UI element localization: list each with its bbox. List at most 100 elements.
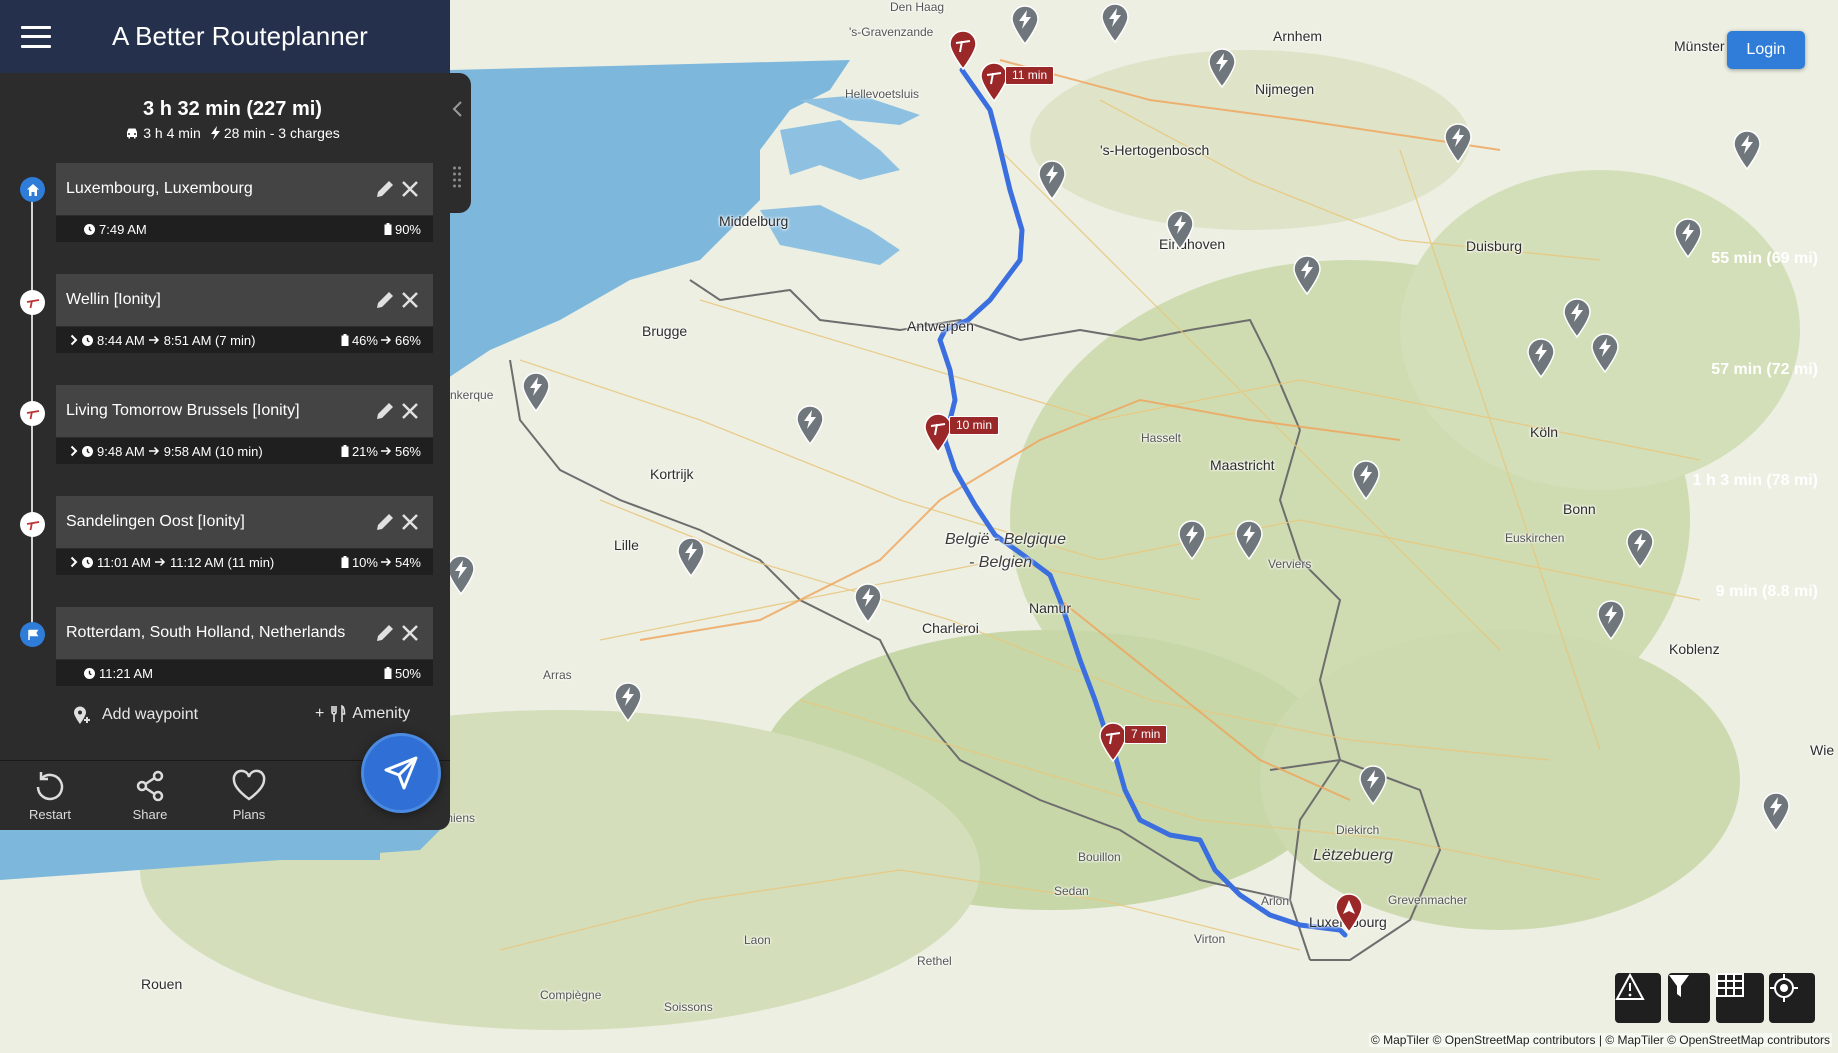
plans-label: Plans: [232, 807, 266, 822]
waypoint-card[interactable]: Wellin [Ionity]: [56, 274, 433, 326]
waypoint-card[interactable]: Sandelingen Oost [Ionity]: [56, 496, 433, 548]
warning-icon: [1615, 973, 1645, 1000]
charging-station-marker[interactable]: [1207, 48, 1237, 88]
close-icon[interactable]: [399, 178, 421, 200]
city-label: Münster: [1674, 38, 1725, 54]
filter-button[interactable]: [1668, 973, 1710, 1023]
arrow-right-icon: [380, 446, 392, 456]
waypoint-name: Living Tomorrow Brussels [Ionity]: [66, 402, 300, 419]
locate-button[interactable]: [1769, 973, 1815, 1023]
waypoint-name: Sandelingen Oost [Ionity]: [66, 513, 245, 530]
charging-station-marker[interactable]: [1351, 460, 1381, 500]
waypoint-name: Rotterdam, South Holland, Netherlands: [66, 624, 346, 641]
heart-icon: [232, 769, 266, 801]
pencil-icon[interactable]: [374, 511, 396, 533]
navigate-button[interactable]: [361, 733, 441, 813]
soc-departure: 54%: [394, 554, 421, 570]
city-label: Bouillon: [1078, 850, 1121, 864]
waypoint-card[interactable]: Luxembourg, Luxembourg: [56, 163, 433, 215]
city-label: Grevenmacher: [1388, 893, 1468, 907]
restart-button[interactable]: Restart: [20, 769, 80, 822]
country-label: - Belgien: [969, 554, 1033, 571]
menu-icon[interactable]: [21, 25, 51, 48]
charging-station-marker[interactable]: [1292, 255, 1322, 295]
city-label: Laon: [744, 933, 771, 947]
charging-station-marker[interactable]: [1037, 160, 1067, 200]
leg-duration: 1 h 3 min (78 mi): [1692, 472, 1818, 489]
close-icon[interactable]: [399, 511, 421, 533]
city-label: Brugge: [642, 323, 688, 339]
charge-duration-tag: 7 min: [1124, 725, 1168, 744]
waypoint-detail[interactable]: 8:44 AM 8:51 AM (7 min) 46% 66%: [56, 327, 433, 353]
table-view-button[interactable]: [1716, 973, 1764, 1023]
charging-station-marker[interactable]: [1443, 123, 1473, 163]
arrival-time: 11:21 AM: [99, 665, 153, 681]
charging-station-marker[interactable]: [795, 405, 825, 445]
add-amenity-button[interactable]: + Amenity: [315, 705, 410, 723]
charging-station-marker[interactable]: [1596, 600, 1626, 640]
city-label: Verviers: [1268, 557, 1312, 571]
charging-station-marker[interactable]: [1165, 210, 1195, 250]
waypoint-card[interactable]: Living Tomorrow Brussels [Ionity]: [56, 385, 433, 437]
chevron-right-icon[interactable]: [70, 556, 78, 568]
pencil-icon[interactable]: [374, 178, 396, 200]
waypoint-detail[interactable]: 11:01 AM 11:12 AM (11 min) 10% 54%: [56, 549, 433, 575]
charge-duration-tag: 11 min: [1005, 66, 1055, 85]
share-button[interactable]: Share: [120, 769, 180, 822]
waypoint-card[interactable]: Rotterdam, South Holland, Netherlands: [56, 607, 433, 659]
charging-station-marker[interactable]: [521, 372, 551, 412]
soc-arrival: 10%: [351, 554, 378, 570]
route-summary: 3 h 32 min (227 mi) 3 h 4 min 28 min - 3…: [0, 98, 465, 141]
share-label: Share: [132, 807, 168, 822]
charging-station-marker[interactable]: [1177, 520, 1207, 560]
arrow-right-icon: [380, 557, 392, 567]
warning-button[interactable]: [1615, 973, 1661, 1023]
add-waypoint-button[interactable]: Add waypoint: [72, 705, 198, 725]
clock-icon: [82, 445, 93, 457]
filter-icon: [1669, 975, 1689, 997]
app-title: A Better Routeplanner: [112, 21, 368, 51]
summary-drive-time: 3 h 4 min: [143, 125, 201, 141]
amenity-plus: +: [315, 705, 325, 722]
chevron-right-icon[interactable]: [70, 445, 78, 457]
charging-station-marker[interactable]: [1010, 5, 1040, 45]
close-icon[interactable]: [399, 400, 421, 422]
pencil-icon[interactable]: [374, 400, 396, 422]
waypoint-detail: 11:21 AM 50%: [56, 660, 433, 686]
arrow-right-icon: [148, 446, 159, 456]
charging-station-marker[interactable]: [446, 555, 476, 595]
charging-station-marker[interactable]: [853, 583, 883, 623]
charging-station-marker[interactable]: [1234, 520, 1264, 560]
waypoint-name: Wellin [Ionity]: [66, 291, 161, 308]
pencil-icon[interactable]: [374, 622, 396, 644]
city-label: Arlon: [1261, 894, 1290, 908]
charging-station-marker[interactable]: [676, 537, 706, 577]
charging-station-marker[interactable]: [1100, 3, 1130, 43]
city-label: Bonn: [1563, 501, 1596, 517]
charging-station-marker[interactable]: [613, 682, 643, 722]
city-label: Soissons: [664, 1000, 713, 1014]
city-label: Maastricht: [1210, 457, 1275, 473]
charging-station-marker[interactable]: [1761, 792, 1791, 832]
bolt-icon: [210, 126, 220, 140]
summary-details: 3 h 4 min 28 min - 3 charges: [0, 125, 465, 141]
close-icon[interactable]: [399, 289, 421, 311]
pencil-icon[interactable]: [374, 289, 396, 311]
charging-station-marker[interactable]: [1562, 298, 1592, 338]
charger-icon: [20, 290, 45, 315]
drag-icon[interactable]: [452, 165, 462, 193]
city-label: Den Haag: [890, 0, 945, 14]
charging-station-marker[interactable]: [1732, 130, 1762, 170]
start-marker[interactable]: [1334, 893, 1364, 933]
waypoint-detail[interactable]: 9:48 AM 9:58 AM (10 min) 21% 56%: [56, 438, 433, 464]
plans-button[interactable]: Plans: [219, 769, 279, 822]
chevron-right-icon[interactable]: [70, 334, 78, 346]
login-button[interactable]: Login: [1727, 31, 1805, 69]
close-icon[interactable]: [399, 622, 421, 644]
charging-station-marker[interactable]: [1358, 765, 1388, 805]
charge-stop-marker[interactable]: [948, 30, 978, 70]
arrow-right-icon: [148, 335, 159, 345]
charging-station-marker[interactable]: [1625, 528, 1655, 568]
summary-total: 3 h 32 min (227 mi): [143, 98, 322, 120]
map-attribution[interactable]: © MapTiler © OpenStreetMap contributors …: [1368, 1033, 1832, 1047]
